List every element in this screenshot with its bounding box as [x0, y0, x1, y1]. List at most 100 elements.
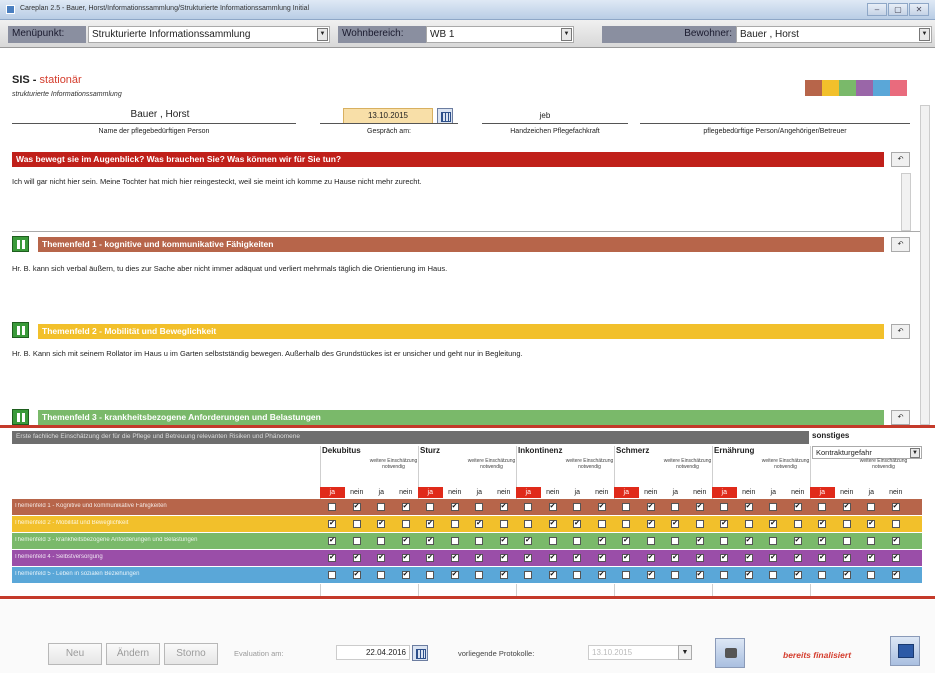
bewohner-select[interactable]: Bauer , Horst ▼ — [736, 26, 932, 43]
matrix-checkbox[interactable] — [842, 537, 851, 545]
section-text[interactable]: Hr. B. kann sich verbal äußern, tu dies … — [12, 264, 447, 273]
matrix-checkbox[interactable]: ✔ — [548, 554, 557, 562]
matrix-checkbox[interactable]: ✔ — [499, 503, 508, 511]
matrix-checkbox[interactable]: ✔ — [695, 503, 704, 511]
close-icon[interactable]: ✕ — [909, 3, 929, 16]
matrix-checkbox[interactable]: ✔ — [377, 520, 385, 528]
pause-icon[interactable] — [12, 409, 29, 425]
matrix-checkbox[interactable]: ✔ — [426, 520, 434, 528]
matrix-checkbox[interactable] — [671, 503, 679, 511]
swatch[interactable] — [822, 80, 839, 96]
matrix-checkbox[interactable]: ✔ — [328, 520, 336, 528]
gespraech-date[interactable]: 13.10.2015 — [343, 108, 433, 124]
matrix-checkbox[interactable] — [671, 537, 679, 545]
undo-icon[interactable]: ↶ — [891, 410, 910, 425]
matrix-checkbox[interactable]: ✔ — [867, 554, 875, 562]
matrix-checkbox[interactable]: ✔ — [548, 520, 557, 528]
matrix-checkbox[interactable]: ✔ — [499, 537, 508, 545]
matrix-checkbox[interactable]: ✔ — [793, 554, 802, 562]
matrix-checkbox[interactable]: ✔ — [793, 571, 802, 579]
cancel-button[interactable]: Storno — [164, 643, 218, 665]
section-text[interactable]: Ich will gar nicht hier sein. Meine Toch… — [12, 177, 422, 186]
matrix-checkbox[interactable] — [426, 571, 434, 579]
matrix-checkbox[interactable] — [622, 571, 630, 579]
new-button[interactable]: Neu — [48, 643, 102, 665]
matrix-checkbox[interactable] — [573, 537, 581, 545]
chevron-down-icon[interactable]: ▼ — [678, 645, 692, 660]
undo-icon[interactable]: ↶ — [891, 324, 910, 339]
chevron-down-icon[interactable]: ▼ — [919, 28, 930, 41]
matrix-checkbox[interactable]: ✔ — [597, 503, 606, 511]
scrollbar[interactable] — [901, 173, 911, 231]
matrix-checkbox[interactable] — [573, 571, 581, 579]
matrix-checkbox[interactable]: ✔ — [597, 571, 606, 579]
matrix-checkbox[interactable]: ✔ — [769, 554, 777, 562]
maximize-icon[interactable]: ▢ — [888, 3, 908, 16]
matrix-checkbox[interactable] — [867, 571, 875, 579]
matrix-checkbox[interactable] — [328, 571, 336, 579]
matrix-checkbox[interactable]: ✔ — [450, 554, 459, 562]
matrix-checkbox[interactable]: ✔ — [426, 554, 434, 562]
matrix-checkbox[interactable] — [475, 537, 483, 545]
protokolle-select[interactable]: 13.10.2015 — [588, 645, 680, 660]
matrix-checkbox[interactable]: ✔ — [524, 537, 532, 545]
calendar-icon[interactable] — [437, 108, 453, 124]
matrix-checkbox[interactable] — [891, 520, 900, 528]
matrix-checkbox[interactable]: ✔ — [818, 537, 826, 545]
matrix-checkbox[interactable] — [720, 571, 728, 579]
undo-icon[interactable]: ↶ — [891, 237, 910, 252]
matrix-checkbox[interactable] — [769, 571, 777, 579]
matrix-checkbox[interactable] — [720, 537, 728, 545]
matrix-checkbox[interactable]: ✔ — [744, 571, 753, 579]
matrix-checkbox[interactable] — [867, 503, 875, 511]
swatch[interactable] — [839, 80, 856, 96]
matrix-checkbox[interactable]: ✔ — [450, 503, 459, 511]
undo-icon[interactable]: ↶ — [891, 152, 910, 167]
matrix-checkbox[interactable]: ✔ — [695, 554, 704, 562]
person-name[interactable]: Bauer , Horst — [40, 109, 280, 120]
matrix-checkbox[interactable]: ✔ — [573, 554, 581, 562]
matrix-checkbox[interactable]: ✔ — [744, 503, 753, 511]
matrix-checkbox[interactable] — [450, 537, 459, 545]
matrix-checkbox[interactable]: ✔ — [426, 537, 434, 545]
matrix-checkbox[interactable] — [867, 537, 875, 545]
swatch[interactable] — [856, 80, 873, 96]
matrix-checkbox[interactable]: ✔ — [671, 554, 679, 562]
matrix-checkbox[interactable]: ✔ — [401, 554, 410, 562]
matrix-checkbox[interactable] — [524, 503, 532, 511]
matrix-checkbox[interactable]: ✔ — [475, 520, 483, 528]
matrix-checkbox[interactable]: ✔ — [352, 571, 361, 579]
matrix-checkbox[interactable] — [524, 520, 532, 528]
matrix-checkbox[interactable] — [377, 571, 385, 579]
matrix-checkbox[interactable]: ✔ — [499, 554, 508, 562]
evaluation-date[interactable]: 22.04.2016 — [336, 645, 410, 660]
matrix-checkbox[interactable]: ✔ — [842, 571, 851, 579]
matrix-checkbox[interactable]: ✔ — [548, 571, 557, 579]
matrix-checkbox[interactable] — [793, 520, 802, 528]
matrix-checkbox[interactable]: ✔ — [597, 537, 606, 545]
matrix-checkbox[interactable]: ✔ — [499, 571, 508, 579]
matrix-checkbox[interactable]: ✔ — [769, 520, 777, 528]
print-button[interactable] — [715, 638, 745, 668]
matrix-checkbox[interactable]: ✔ — [793, 537, 802, 545]
pause-icon[interactable] — [12, 236, 29, 252]
matrix-checkbox[interactable]: ✔ — [720, 554, 728, 562]
matrix-checkbox[interactable]: ✔ — [450, 571, 459, 579]
matrix-checkbox[interactable] — [671, 571, 679, 579]
matrix-checkbox[interactable]: ✔ — [352, 503, 361, 511]
matrix-checkbox[interactable]: ✔ — [401, 503, 410, 511]
matrix-checkbox[interactable] — [401, 520, 410, 528]
matrix-checkbox[interactable]: ✔ — [646, 520, 655, 528]
matrix-checkbox[interactable]: ✔ — [744, 554, 753, 562]
matrix-checkbox[interactable]: ✔ — [695, 537, 704, 545]
swatch[interactable] — [873, 80, 890, 96]
matrix-checkbox[interactable]: ✔ — [793, 503, 802, 511]
calendar-icon[interactable] — [412, 645, 428, 661]
matrix-checkbox[interactable]: ✔ — [891, 503, 900, 511]
matrix-checkbox[interactable]: ✔ — [744, 537, 753, 545]
matrix-checkbox[interactable] — [597, 520, 606, 528]
matrix-checkbox[interactable]: ✔ — [524, 554, 532, 562]
matrix-checkbox[interactable] — [622, 503, 630, 511]
pause-icon[interactable] — [12, 322, 29, 338]
matrix-checkbox[interactable]: ✔ — [328, 537, 336, 545]
